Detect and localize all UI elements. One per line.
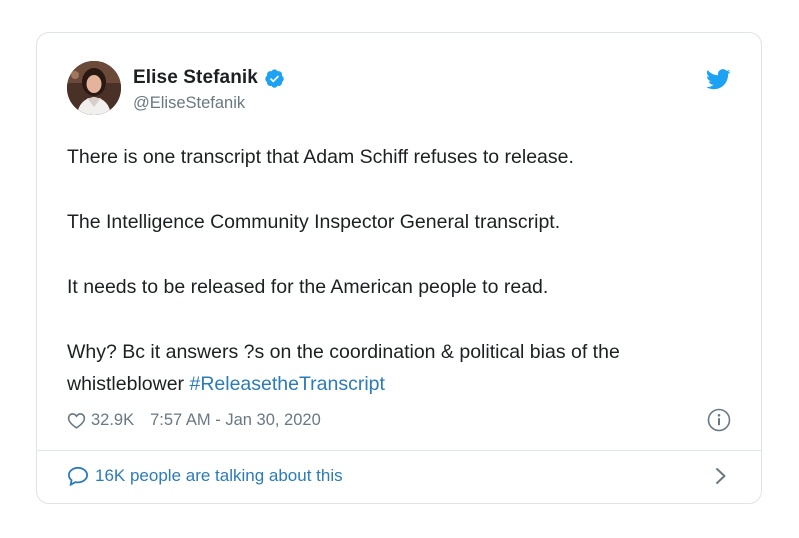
author-name-row[interactable]: Elise Stefanik	[133, 66, 285, 90]
tweet-paragraph: The Intelligence Community Inspector Gen…	[67, 211, 561, 233]
avatar-image	[67, 61, 121, 115]
tweet-paragraph: There is one transcript that Adam Schiff…	[67, 146, 574, 168]
hashtag-link[interactable]: #ReleasetheTranscript	[189, 373, 384, 395]
chevron-right-icon[interactable]	[715, 467, 727, 485]
verified-badge-icon	[264, 68, 285, 89]
heart-icon[interactable]	[67, 412, 86, 429]
info-icon[interactable]	[707, 408, 731, 432]
twitter-bird-icon[interactable]	[706, 69, 731, 90]
tweet-meta-row: 32.9K 7:57 AM - Jan 30, 2020	[67, 409, 321, 431]
like-count[interactable]: 32.9K	[91, 411, 134, 430]
author-handle[interactable]: @EliseStefanik	[133, 94, 245, 113]
conversation-label[interactable]: 16K people are talking about this	[95, 466, 343, 486]
tweet-paragraph-last: Why? Bc it answers ?s on the coordinatio…	[67, 336, 739, 400]
tweet-card: Elise Stefanik @EliseStefanik There is o…	[36, 32, 762, 504]
avatar[interactable]	[67, 61, 121, 115]
speech-bubble-icon	[67, 466, 89, 486]
tweet-text: There is one transcript that Adam Schiff…	[67, 141, 739, 400]
conversation-link[interactable]: 16K people are talking about this	[67, 464, 343, 488]
tweet-timestamp[interactable]: 7:57 AM - Jan 30, 2020	[150, 411, 321, 430]
tweet-paragraph: It needs to be released for the American…	[67, 276, 549, 298]
author-display-name[interactable]: Elise Stefanik	[133, 67, 258, 89]
divider	[37, 450, 761, 451]
